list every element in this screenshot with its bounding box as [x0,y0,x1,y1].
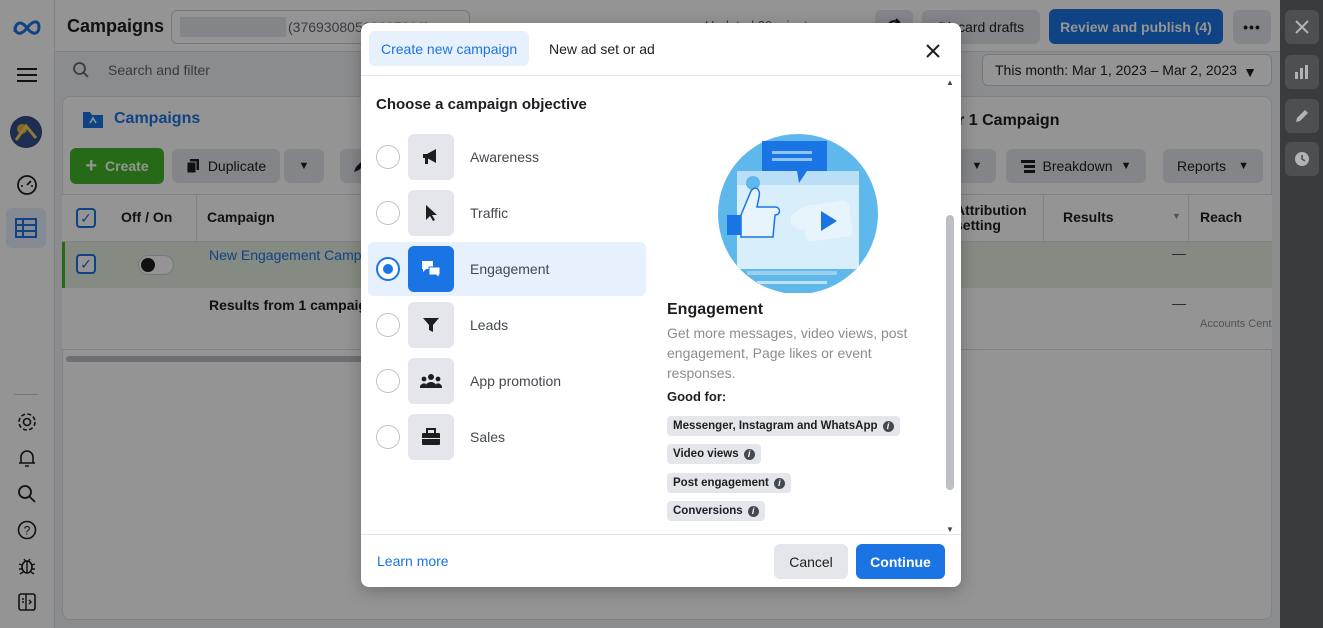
objective-radio[interactable] [376,145,400,169]
chart-icon[interactable] [1285,55,1319,89]
objective-radio[interactable] [376,425,400,449]
objective-detail-description: Get more messages, video views, post eng… [667,325,908,381]
objective-label: App promotion [470,373,562,389]
chip-label: Messenger, Instagram and WhatsApp [673,420,878,432]
dialog-heading: Choose a campaign objective [376,96,587,113]
objective-detail-title: Engagement [667,301,764,318]
scrollbar-thumb[interactable] [946,215,954,490]
info-icon[interactable]: i [743,448,755,460]
objective-awareness[interactable]: Awareness [368,130,646,184]
objective-sales[interactable]: Sales [368,410,646,464]
info-icon[interactable]: i [773,477,785,489]
good-for-chip: Video views i [667,444,761,464]
right-tools-sidebar [1280,0,1323,628]
info-icon[interactable]: i [882,420,894,432]
objective-engagement[interactable]: Engagement [368,242,646,296]
objective-label: Awareness [470,149,540,165]
objective-traffic[interactable]: Traffic [368,186,646,240]
close-icon[interactable] [919,37,947,65]
chat-bubbles-icon [408,246,454,292]
campaign-objective-dialog: Create new campaign New ad set or ad Cho… [361,23,961,587]
engagement-illustration [717,131,879,294]
scroll-up-icon[interactable]: ▲ [946,78,954,87]
objective-label: Sales [470,429,506,445]
objective-leads[interactable]: Leads [368,298,646,352]
megaphone-icon [408,134,454,180]
objective-app-promotion[interactable]: App promotion [368,354,646,408]
good-for-chip: Conversions i [667,501,765,521]
learn-more-link[interactable]: Learn more [377,553,449,569]
info-icon[interactable]: i [747,505,759,517]
continue-button[interactable]: Continue [856,544,945,579]
dialog-scrollbar[interactable]: ▲ ▼ [944,78,956,534]
objective-radio[interactable] [376,201,400,225]
good-for-chip: Post engagement i [667,473,791,493]
objective-label: Leads [470,317,509,333]
briefcase-icon [408,414,454,460]
objective-label: Traffic [470,205,509,221]
history-clock-icon[interactable] [1285,142,1319,176]
header-divider [361,75,961,76]
dialog-footer: Learn more Cancel Continue [361,534,961,587]
people-icon [408,358,454,404]
objective-radio[interactable] [376,369,400,393]
tab-new-ad-set-or-ad[interactable]: New ad set or ad [537,31,667,66]
edit-pencil-icon[interactable] [1285,99,1319,133]
objective-radio-selected[interactable] [376,257,400,281]
chip-label: Video views [673,448,739,460]
scroll-down-icon[interactable]: ▼ [946,525,954,534]
chip-label: Conversions [673,505,743,517]
objective-radio[interactable] [376,313,400,337]
good-for-chip: Messenger, Instagram and WhatsApp i [667,416,900,436]
chip-label: Post engagement [673,477,769,489]
close-panel-icon[interactable] [1285,10,1319,44]
cursor-icon [408,190,454,236]
good-for-label: Good for: [667,389,727,404]
tab-create-new-campaign[interactable]: Create new campaign [369,31,530,66]
objective-label: Engagement [470,261,550,277]
cancel-button[interactable]: Cancel [774,544,848,579]
funnel-icon [408,302,454,348]
